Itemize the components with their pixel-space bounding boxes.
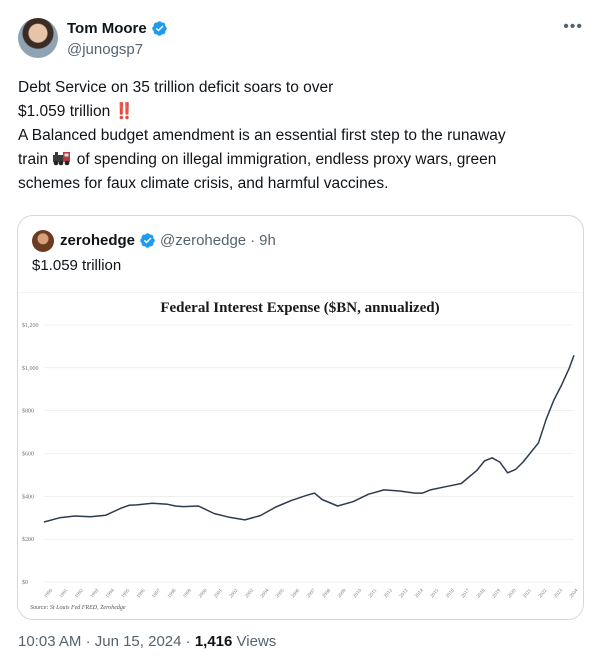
quote-avatar[interactable] — [32, 230, 54, 252]
y-tick-label: $1,000 — [22, 365, 39, 372]
y-tick-label: $400 — [22, 493, 34, 500]
quoted-tweet-card[interactable]: zerohedge @zerohedge · 9h $1.059 trillio… — [17, 215, 584, 620]
tweet-text-train: train — [18, 151, 49, 168]
x-tick-label: 1990 — [44, 588, 55, 599]
tweet-line: schemes for faux climate crisis, and har… — [18, 175, 389, 192]
x-tick-label: 1993 — [90, 588, 101, 599]
tweet-line: A Balanced budget amendment is an essent… — [18, 127, 506, 144]
x-tick-label: 2011 — [368, 588, 378, 599]
y-tick-label: $1,200 — [22, 322, 39, 329]
quote-author-handle[interactable]: @zerohedge — [160, 232, 246, 249]
x-tick-label: 2012 — [384, 588, 395, 599]
x-tick-label: 2024 — [569, 588, 580, 599]
x-tick-label: 1992 — [75, 588, 86, 599]
x-tick-label: 2014 — [415, 588, 426, 599]
x-tick-label: 1996 — [136, 588, 147, 599]
y-tick-label: $600 — [22, 451, 34, 458]
tweet-text: Debt Service on 35 trillion deficit soar… — [18, 76, 588, 196]
x-tick-label: 1994 — [106, 588, 117, 599]
y-tick-label: $0 — [22, 579, 28, 586]
x-tick-label: 2019 — [492, 588, 503, 599]
views-label: Views — [236, 633, 277, 650]
y-tick-label: $200 — [22, 536, 34, 543]
x-tick-label: 2009 — [337, 588, 348, 599]
verified-badge-icon — [151, 21, 167, 36]
series-line — [43, 354, 575, 523]
x-tick-label: 1999 — [183, 588, 194, 599]
author-handle[interactable]: @junogsp7 — [67, 41, 143, 58]
author-name[interactable]: Tom Moore — [67, 20, 147, 37]
chart-title: Federal Interest Expense ($BN, annualize… — [160, 300, 439, 316]
interest-expense-chart: Federal Interest Expense ($BN, annualize… — [22, 300, 580, 611]
x-tick-label: 2003 — [245, 588, 256, 599]
x-tick-label: 2000 — [198, 588, 209, 599]
tweet-text-continued: of spending on illegal immigration, endl… — [76, 151, 497, 168]
tweet-line: train of spending on illegal immigration… — [18, 148, 588, 172]
locomotive-emoji-icon — [53, 152, 71, 166]
views-count: 1,416 — [194, 633, 233, 650]
x-tick-label: 1995 — [121, 588, 132, 599]
y-tick-label: $800 — [22, 408, 34, 415]
x-tick-label: 2002 — [229, 588, 240, 599]
chart-source: Source: St Louis Fed FRED, Zerohedge — [30, 605, 126, 611]
quote-author-name[interactable]: zerohedge — [60, 232, 135, 249]
x-tick-label: 2001 — [214, 588, 225, 599]
x-tick-label: 2004 — [260, 588, 271, 599]
x-tick-label: 2022 — [538, 588, 549, 599]
x-tick-label: 2023 — [554, 588, 565, 599]
x-tick-label: 2021 — [523, 588, 534, 599]
author-name-row[interactable]: Tom Moore — [67, 20, 168, 37]
tweet-date[interactable]: Jun 15, 2024 — [95, 633, 182, 650]
tweet-amount: $1.059 trillion — [18, 103, 111, 120]
tweet-time[interactable]: 10:03 AM — [18, 633, 81, 650]
x-tick-label: 2006 — [291, 588, 302, 599]
more-options-icon[interactable]: ••• — [563, 19, 583, 35]
x-tick-label: 2018 — [476, 588, 487, 599]
x-tick-label: 2005 — [275, 588, 286, 599]
tweet-meta: 10:03 AM · Jun 15, 2024 · 1,416 Views — [18, 633, 276, 650]
quote-separator: · — [250, 232, 256, 249]
x-tick-label: 2020 — [507, 588, 518, 599]
tweet-line: $1.059 trillion ‼️ — [18, 100, 588, 124]
tweet-line: Debt Service on 35 trillion deficit soar… — [18, 79, 334, 96]
x-tick-label: 2016 — [445, 588, 456, 599]
x-tick-label: 2015 — [430, 588, 441, 599]
quote-text: $1.059 trillion — [32, 257, 122, 274]
quote-time[interactable]: 9h — [259, 232, 276, 249]
chart-image[interactable]: Federal Interest Expense ($BN, annualize… — [18, 292, 583, 619]
x-tick-label: 2010 — [353, 588, 364, 599]
author-avatar[interactable] — [18, 18, 58, 58]
double-exclamation-emoji: ‼️ — [114, 103, 134, 120]
x-tick-label: 2008 — [322, 588, 333, 599]
meta-separator: · — [85, 633, 91, 650]
x-tick-label: 1998 — [167, 588, 178, 599]
x-tick-label: 1991 — [59, 588, 70, 599]
x-tick-label: 1997 — [152, 588, 163, 599]
x-tick-label: 2013 — [399, 588, 410, 599]
x-tick-label: 2007 — [306, 588, 317, 599]
meta-separator: · — [185, 633, 191, 650]
verified-badge-icon — [140, 233, 155, 248]
x-tick-label: 2017 — [461, 588, 472, 599]
quote-header: zerohedge @zerohedge · 9h — [60, 232, 276, 249]
